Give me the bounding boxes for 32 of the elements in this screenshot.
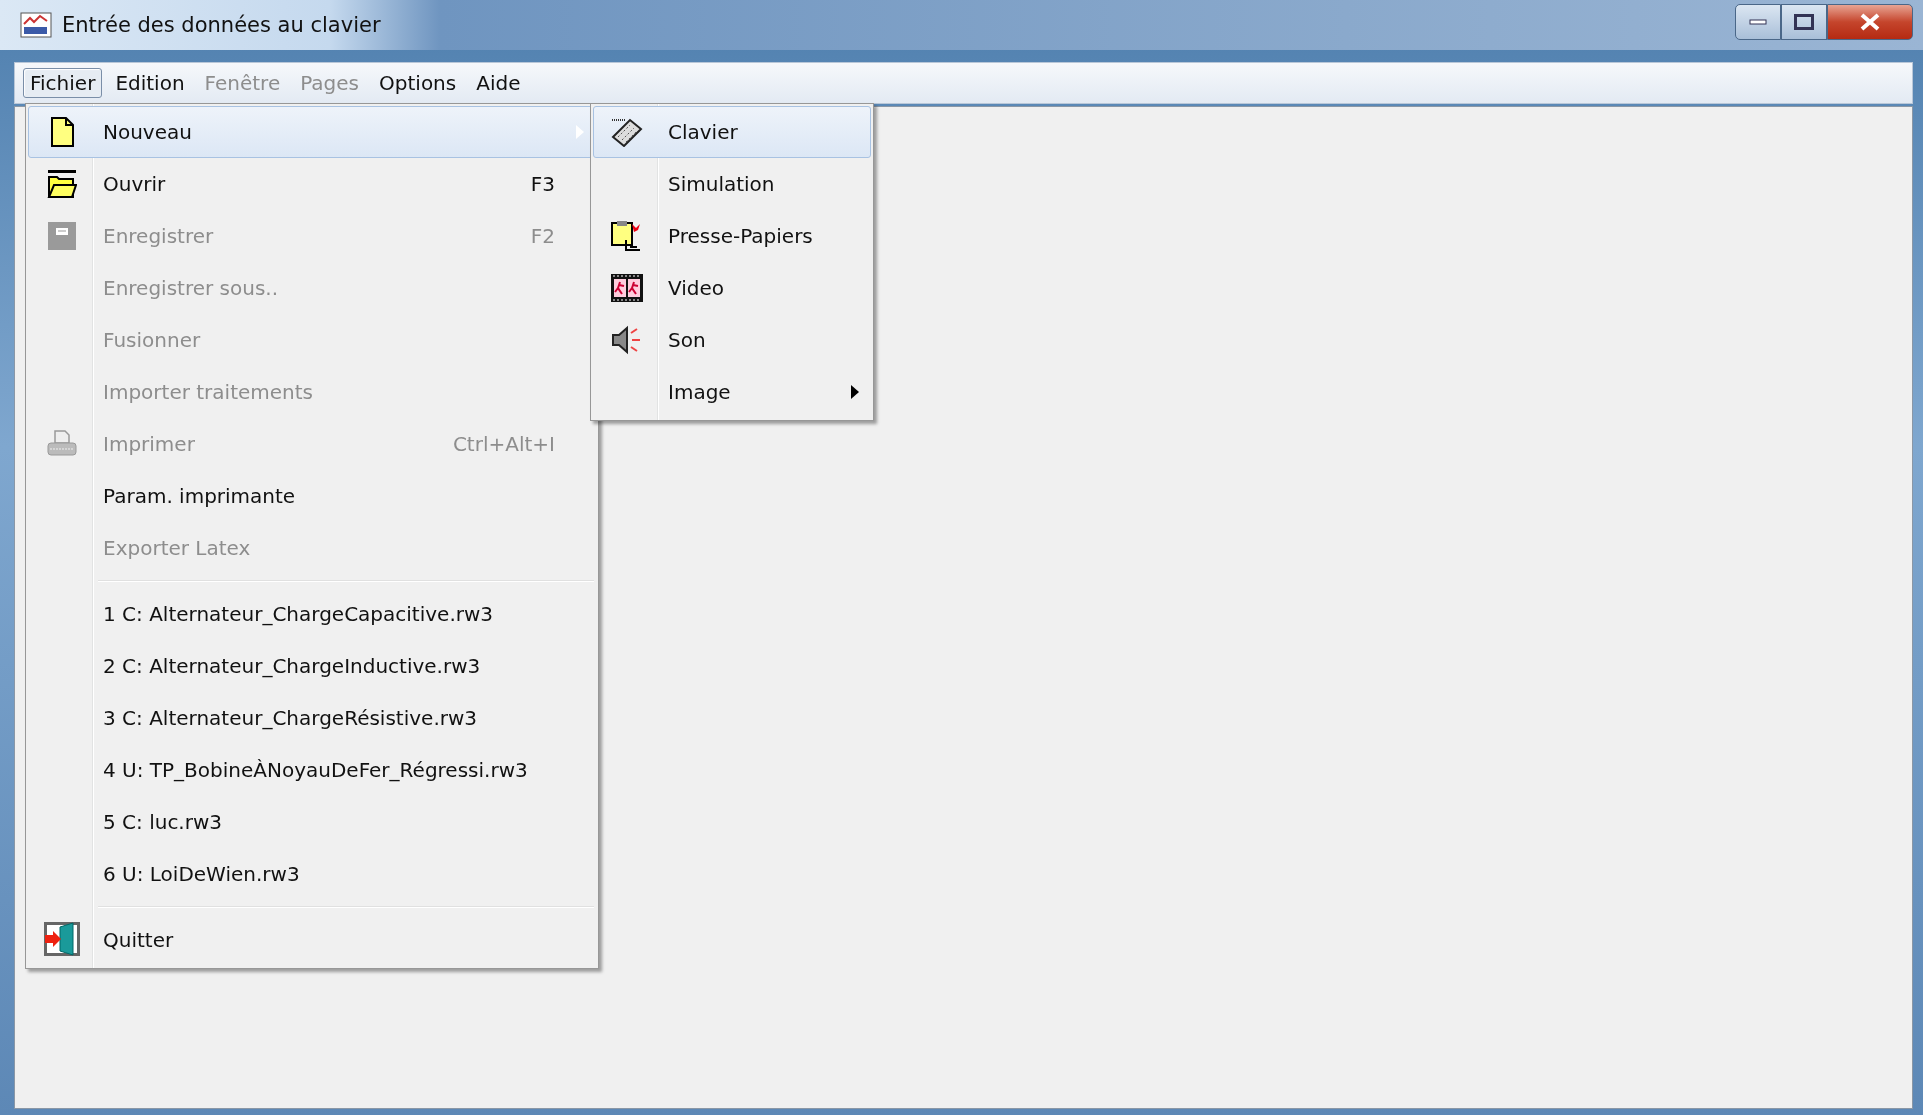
exit-door-icon [43, 921, 81, 959]
window-title: Entrée des données au clavier [62, 13, 381, 37]
menu-item[interactable]: Simulation [593, 158, 871, 210]
film-strip-icon [610, 273, 644, 303]
close-button[interactable] [1827, 4, 1913, 40]
menu-item[interactable]: Son [593, 314, 871, 366]
menu-item[interactable]: 6 U: LoiDeWien.rw3 [28, 848, 596, 900]
menu-item[interactable]: Video [593, 262, 871, 314]
menu-item[interactable]: Param. imprimante [28, 470, 596, 522]
menu-item[interactable]: Edition [108, 68, 192, 98]
menu-item[interactable]: 4 U: TP_BobineÀNoyauDeFer_Régressi.rw3 [28, 744, 596, 796]
menu-item[interactable]: Fichier [23, 68, 103, 98]
menu-item[interactable]: Presse-Papiers [593, 210, 871, 262]
printer-icon [46, 429, 78, 459]
menu-item[interactable]: Clavier [593, 106, 871, 158]
menu-item[interactable]: Aide [469, 68, 528, 98]
app-icon [20, 12, 52, 38]
close-icon [1859, 13, 1881, 31]
maximize-icon [1794, 14, 1814, 30]
minimize-button[interactable] [1735, 4, 1781, 40]
minimize-icon [1749, 19, 1767, 25]
menu-item[interactable]: Quitter [28, 914, 596, 966]
menu-item[interactable]: Image [593, 366, 871, 418]
menu-item[interactable]: 1 C: Alternateur_ChargeCapacitive.rw3 [28, 588, 596, 640]
folder-icon [47, 169, 77, 199]
menu-item[interactable]: 5 C: luc.rw3 [28, 796, 596, 848]
maximize-button[interactable] [1781, 4, 1827, 40]
menu-item[interactable]: Options [372, 68, 464, 98]
menu-item[interactable]: 3 C: Alternateur_ChargeRésistive.rw3 [28, 692, 596, 744]
menu-item[interactable]: 2 C: Alternateur_ChargeInductive.rw3 [28, 640, 596, 692]
new-file-icon [49, 117, 75, 147]
keyboard-icon [610, 117, 644, 147]
